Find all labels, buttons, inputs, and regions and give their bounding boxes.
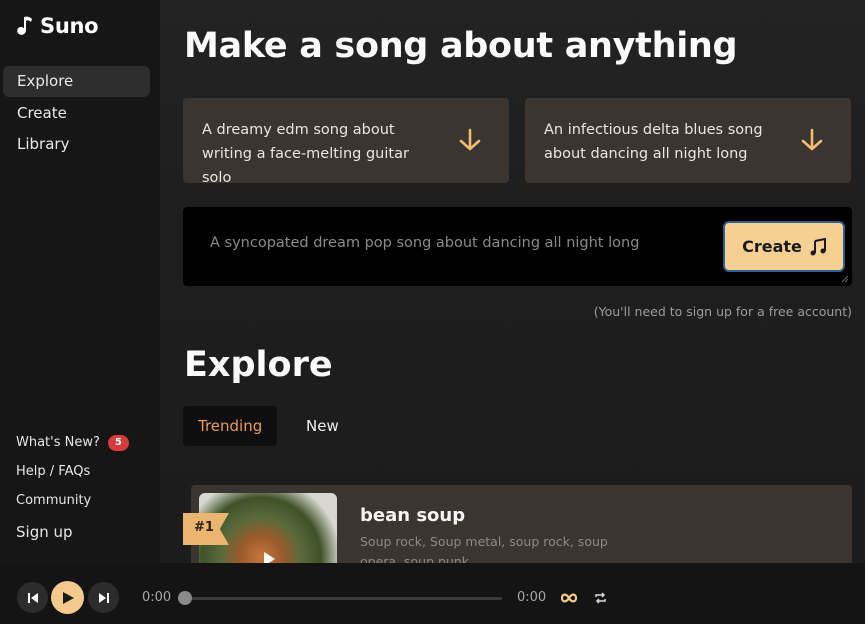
sidebar-footer: What's New? 5 Help / FAQs Community Sign… [16,428,129,546]
progress-track[interactable] [183,597,502,600]
arrow-down-icon [459,128,481,151]
community-link[interactable]: Community [16,486,129,515]
previous-button[interactable] [17,582,48,613]
music-note-logo-icon [17,16,32,35]
suggestion-text: A dreamy edm song about writing a face-m… [202,122,409,186]
suggestion-card[interactable]: An infectious delta blues song about dan… [525,98,851,183]
page-title: Make a song about anything [184,26,738,66]
skip-forward-icon [98,592,109,603]
play-icon [264,552,275,563]
play-icon [63,591,74,604]
music-note-icon [810,237,826,255]
resize-handle-icon[interactable] [841,275,849,283]
sidebar-item-create[interactable]: Create [3,98,150,129]
duration: 0:00 [517,590,547,605]
create-button-label: Create [742,237,802,256]
progress-knob[interactable] [178,591,192,605]
sidebar-item-library[interactable]: Library [3,129,150,160]
whats-new-label: What's New? [16,434,100,450]
suggestion-text: An infectious delta blues song about dan… [544,122,763,162]
song-tags: Soup rock, Soup metal, soup rock, soup o… [360,534,608,563]
song-card[interactable]: bean soup Soup rock, Soup metal, soup ro… [191,485,852,563]
play-button[interactable] [51,581,84,614]
signup-note: (You'll need to sign up for a free accou… [593,304,852,319]
tab-trending[interactable]: Trending [183,406,278,446]
skip-back-icon [27,592,38,603]
audio-player: 0:00 0:00 [0,563,865,624]
sidebar-nav: Explore Create Library [3,66,150,161]
tab-new[interactable]: New [291,406,354,446]
current-time: 0:00 [142,590,172,605]
create-button[interactable]: Create [723,221,845,272]
song-prompt-input[interactable]: A syncopated dream pop song about dancin… [183,207,852,286]
suno-logo[interactable]: Suno [16,14,99,38]
prompt-placeholder: A syncopated dream pop song about dancin… [210,235,640,251]
whats-new-badge: 5 [107,434,129,451]
repeat-icon[interactable] [594,591,607,605]
explore-heading: Explore [184,345,333,385]
next-button[interactable] [88,582,119,613]
help-faqs-link[interactable]: Help / FAQs [16,457,129,486]
infinity-loop-icon[interactable] [560,591,578,605]
suggestion-card[interactable]: A dreamy edm song about writing a face-m… [183,98,509,186]
sidebar-item-explore[interactable]: Explore [3,66,150,97]
app-name: Suno [40,14,99,38]
arrow-down-icon [801,128,823,151]
sign-up-link[interactable]: Sign up [16,517,129,546]
song-title[interactable]: bean soup [360,505,465,526]
main-content: Make a song about anything A dreamy edm … [160,0,865,563]
whats-new-link[interactable]: What's New? 5 [16,428,129,457]
sidebar: Suno Explore Create Library What's New? … [0,0,160,563]
